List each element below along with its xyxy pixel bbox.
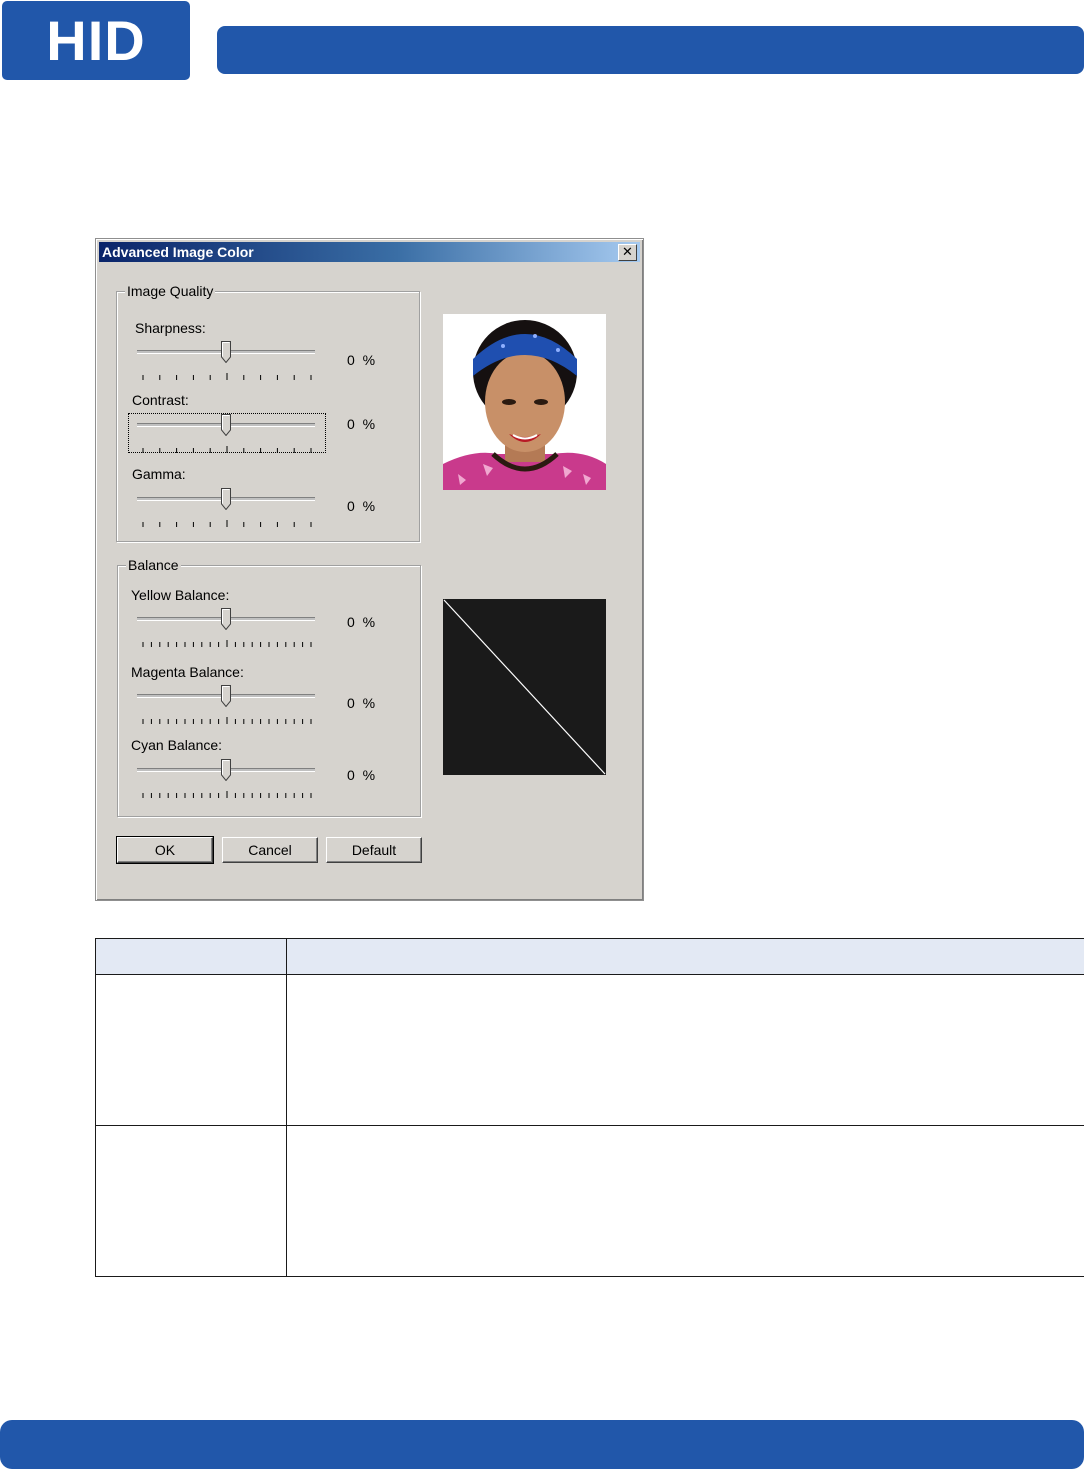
cyan-balance-label: Cyan Balance: <box>131 737 223 753</box>
table-cell <box>95 974 287 1126</box>
gamma-value: 0 % <box>347 498 376 514</box>
slider-thumb[interactable] <box>221 341 231 364</box>
close-icon: ✕ <box>622 244 633 259</box>
magenta-balance-value: 0 % <box>347 695 376 711</box>
table-row <box>95 1125 1084 1277</box>
color-curve-preview <box>443 599 606 775</box>
slider-ticks <box>142 712 312 724</box>
contrast-slider[interactable] <box>137 414 319 453</box>
table-header-row <box>95 938 1084 975</box>
table-header-cell <box>286 938 1084 975</box>
slider-ticks <box>142 786 312 798</box>
slider-thumb[interactable] <box>221 414 231 437</box>
default-button[interactable]: Default <box>326 837 422 863</box>
table-row <box>95 974 1084 1126</box>
image-quality-group: Image Quality Sharpness: 0 % Contrast: 0… <box>116 283 420 542</box>
dialog-title: Advanced Image Color <box>102 244 254 260</box>
gamma-slider[interactable] <box>137 488 319 527</box>
sharpness-slider[interactable] <box>137 341 319 380</box>
slider-ticks <box>142 441 312 453</box>
hid-logo: HID <box>2 1 190 80</box>
description-table <box>95 938 1084 1277</box>
curve-graph <box>443 599 606 775</box>
table-header-cell <box>95 938 287 975</box>
advanced-image-color-dialog: Advanced Image Color ✕ Image Quality Sha… <box>95 238 644 901</box>
ok-button[interactable]: OK <box>116 836 214 864</box>
sharpness-label: Sharpness: <box>135 320 206 336</box>
slider-ticks <box>142 635 312 647</box>
portrait-image <box>443 314 606 490</box>
preview-photo <box>443 314 606 490</box>
dialog-titlebar[interactable]: Advanced Image Color ✕ <box>99 242 640 262</box>
yellow-balance-value: 0 % <box>347 614 376 630</box>
slider-thumb[interactable] <box>221 759 231 782</box>
balance-group: Balance Yellow Balance: 0 % Magenta Bala… <box>117 557 421 817</box>
cyan-balance-value: 0 % <box>347 767 376 783</box>
table-cell <box>286 974 1084 1126</box>
slider-thumb[interactable] <box>221 685 231 708</box>
image-quality-group-title: Image Quality <box>125 283 216 299</box>
slider-thumb[interactable] <box>221 608 231 631</box>
contrast-label: Contrast: <box>132 392 189 408</box>
table-cell <box>95 1125 287 1277</box>
header-bar <box>217 26 1084 74</box>
yellow-balance-label: Yellow Balance: <box>131 587 230 603</box>
magenta-balance-slider[interactable] <box>137 685 319 724</box>
yellow-balance-slider[interactable] <box>137 608 319 647</box>
footer-bar <box>0 1420 1084 1469</box>
slider-ticks <box>142 515 312 527</box>
magenta-balance-label: Magenta Balance: <box>131 664 244 680</box>
contrast-value: 0 % <box>347 416 376 432</box>
close-button[interactable]: ✕ <box>618 244 637 261</box>
balance-group-title: Balance <box>126 557 181 573</box>
slider-ticks <box>142 368 312 380</box>
slider-thumb[interactable] <box>221 488 231 511</box>
cancel-button[interactable]: Cancel <box>222 837 318 863</box>
table-cell <box>286 1125 1084 1277</box>
cyan-balance-slider[interactable] <box>137 759 319 798</box>
gamma-label: Gamma: <box>132 466 186 482</box>
sharpness-value: 0 % <box>347 352 376 368</box>
curve-line <box>443 599 606 775</box>
